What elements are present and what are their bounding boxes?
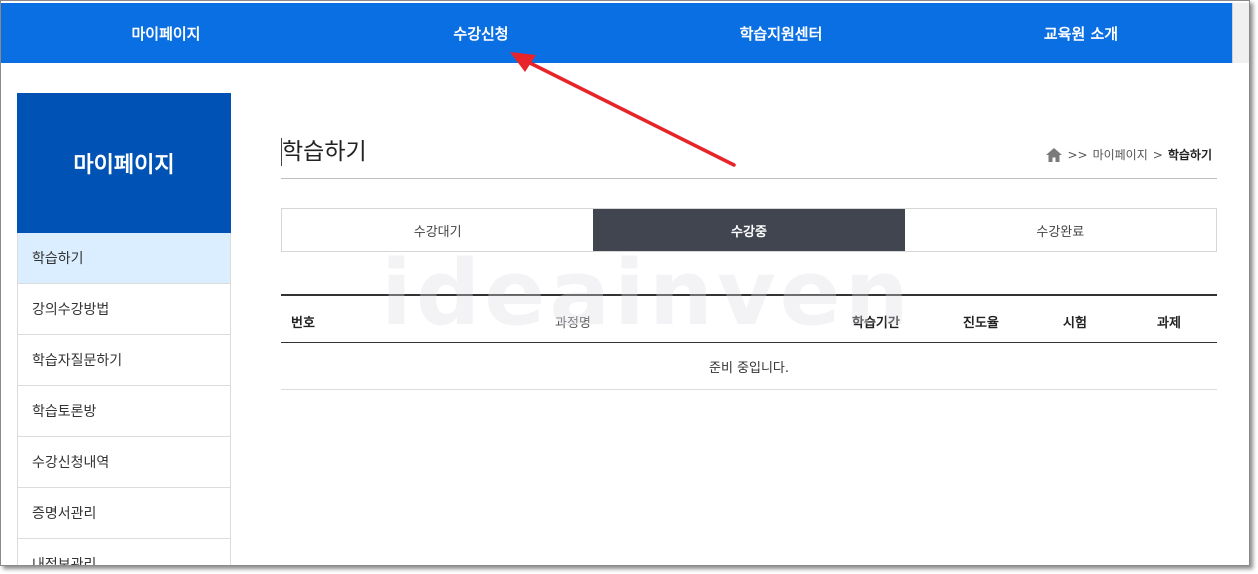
nav-learning-support[interactable]: 학습지원센터 <box>631 3 931 63</box>
column-period: 학습기간 <box>852 316 900 331</box>
empty-message: 준비 중입니다. <box>708 360 790 376</box>
main-content: 학습하기 >> 마이페이지 > 학습하기 수강대기 수강중 수강완료 번호 과정… <box>281 126 1217 390</box>
column-number: 번호 <box>291 316 315 331</box>
sidebar-item-learning[interactable]: 학습하기 <box>18 233 230 284</box>
tab-waiting[interactable]: 수강대기 <box>282 209 593 251</box>
sidebar-title: 마이페이지 <box>17 93 231 233</box>
column-assignment: 과제 <box>1157 316 1181 331</box>
column-progress: 진도율 <box>963 316 999 331</box>
sidebar-menu: 학습하기 강의수강방법 학습자질문하기 학습토론방 수강신청내역 증명서관리 내… <box>17 233 231 565</box>
browser-frame: 마이페이지 수강신청 학습지원센터 교육원 소개 마이페이지 학습하기 강의수강… <box>0 0 1250 566</box>
breadcrumb-separator: > <box>1152 147 1163 162</box>
nav-institute-intro[interactable]: 교육원 소개 <box>931 3 1231 63</box>
nav-mypage[interactable]: 마이페이지 <box>1 3 331 63</box>
tab-in-progress[interactable]: 수강중 <box>593 209 905 251</box>
column-exam: 시험 <box>1063 316 1087 331</box>
status-tabs: 수강대기 수강중 수강완료 <box>281 208 1217 252</box>
sidebar-item-my-info[interactable]: 내정보관리 <box>18 539 230 565</box>
breadcrumb-current: 학습하기 <box>1167 148 1212 162</box>
breadcrumb-separator: >> <box>1067 147 1088 162</box>
sidebar-item-discussion[interactable]: 학습토론방 <box>18 386 230 437</box>
top-navigation: 마이페이지 수강신청 학습지원센터 교육원 소개 <box>1 3 1249 63</box>
title-row: 학습하기 >> 마이페이지 > 학습하기 <box>281 126 1217 179</box>
sidebar-item-how-to-study[interactable]: 강의수강방법 <box>18 284 230 335</box>
page-title: 학습하기 <box>281 138 367 166</box>
table-row: 준비 중입니다. <box>281 343 1217 390</box>
column-course-name: 과정명 <box>555 316 591 331</box>
breadcrumb: >> 마이페이지 > 학습하기 <box>1045 146 1217 163</box>
sidebar: 마이페이지 학습하기 강의수강방법 학습자질문하기 학습토론방 수강신청내역 증… <box>17 93 231 565</box>
sidebar-item-certificates[interactable]: 증명서관리 <box>18 488 230 539</box>
tab-completed[interactable]: 수강완료 <box>905 209 1216 251</box>
course-table: 번호 과정명 학습기간 진도율 시험 과제 준비 중입니다. <box>281 294 1217 390</box>
breadcrumb-mypage[interactable]: 마이페이지 <box>1093 146 1148 163</box>
home-icon[interactable] <box>1045 147 1063 163</box>
nav-course-registration[interactable]: 수강신청 <box>331 3 631 63</box>
sidebar-item-questions[interactable]: 학습자질문하기 <box>18 335 230 386</box>
table-header: 번호 과정명 학습기간 진도율 시험 과제 <box>281 296 1217 343</box>
scrollbar[interactable] <box>1232 3 1249 63</box>
sidebar-item-registration-history[interactable]: 수강신청내역 <box>18 437 230 488</box>
